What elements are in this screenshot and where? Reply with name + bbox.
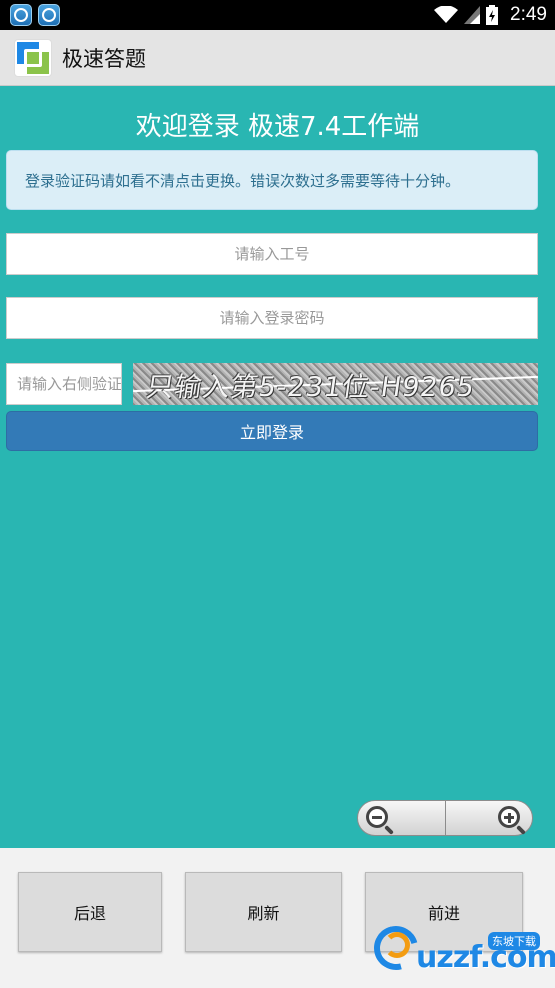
password-input[interactable] [6, 297, 538, 339]
welcome-heading: 欢迎登录 极速7.4工作端 [135, 112, 420, 142]
app-logo-icon[interactable] [14, 38, 52, 77]
zoom-out-button[interactable] [358, 801, 445, 835]
battery-icon [486, 5, 499, 25]
captcha-input[interactable] [6, 363, 122, 405]
login-button[interactable]: 立即登录 [6, 411, 538, 451]
notification-app-icon [38, 4, 60, 26]
app-bar: 极速答题 [0, 30, 555, 86]
status-bar: 2:49 [0, 0, 555, 30]
captcha-notice: 登录验证码请如看不清点击更换。错误次数过多需要等待十分钟。 [6, 150, 538, 210]
notification-app-icon [10, 4, 32, 26]
signal-icon [464, 6, 481, 24]
app-title: 极速答题 [62, 46, 146, 71]
web-content: 欢迎登录 极速7.4工作端 登录验证码请如看不清点击更换。错误次数过多需要等待十… [0, 86, 555, 848]
captcha-image[interactable]: 只输入第5-231位-H9265 [133, 363, 538, 405]
captcha-text: 只输入第5-231位-H9265 [144, 372, 477, 403]
zoom-in-button[interactable] [445, 801, 532, 835]
employee-id-input[interactable] [6, 233, 538, 275]
wifi-icon [434, 6, 459, 23]
refresh-button[interactable]: 刷新 [185, 872, 342, 952]
zoom-out-icon [366, 806, 388, 828]
back-button[interactable]: 后退 [18, 872, 162, 952]
zoom-in-icon [498, 806, 520, 828]
watermark-text: uzzf.com [416, 940, 555, 975]
zoom-controls [357, 800, 533, 836]
watermark-logo: 东坡下载 uzzf.com [365, 917, 555, 982]
clock: 2:49 [510, 4, 547, 25]
